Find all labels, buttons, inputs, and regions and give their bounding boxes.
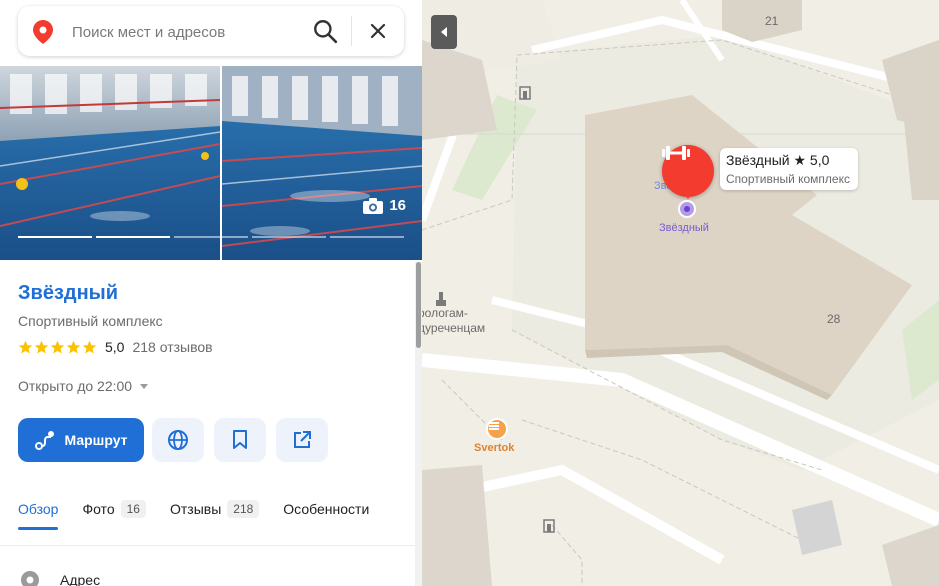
tab-3[interactable]: Особенности	[283, 500, 369, 518]
building-number-28: 28	[827, 312, 841, 326]
neighbour-label-2: дуреченцам	[422, 321, 486, 335]
chevron-down-icon	[140, 383, 149, 389]
route-button-label: Маршрут	[64, 432, 128, 448]
location-pin-icon	[33, 20, 53, 44]
star-icon	[34, 340, 49, 353]
poi-dot-icon	[684, 206, 690, 212]
food-icon	[489, 422, 499, 430]
bookmark-button[interactable]	[214, 418, 266, 462]
map-view[interactable]: 21 28 ролог­ам- дуреченцам Звездный Звёз…	[422, 0, 939, 586]
share-icon	[294, 431, 311, 448]
tab-badge: 218	[227, 500, 260, 518]
tab-0[interactable]: Обзор	[18, 500, 59, 530]
star-icon	[50, 340, 65, 353]
search-bar	[18, 6, 404, 58]
opening-hours[interactable]: Открыто до 22:00	[18, 378, 149, 394]
place-tooltip[interactable]: Звёздный ★ 5,0 Спортивный комплекс	[720, 148, 858, 190]
address-row[interactable]: Адрес	[20, 570, 100, 586]
tab-1[interactable]: Фото 16	[82, 500, 146, 518]
photo-gallery[interactable]: 16	[0, 66, 422, 260]
tab-badge: 16	[120, 500, 146, 518]
photo-pagination	[18, 236, 404, 238]
map-canvas	[422, 0, 939, 586]
bookmark-icon	[233, 430, 247, 449]
entrance-icon	[519, 86, 531, 100]
building-number-21: 21	[765, 14, 779, 28]
star-icon	[18, 340, 33, 353]
pool-photo	[0, 66, 422, 260]
star-icon	[66, 340, 81, 353]
scroll-thumb[interactable]	[416, 262, 421, 348]
rating-row: 5,0 218 отзывов	[18, 339, 213, 355]
tooltip-name: Звёздный ★ 5,0	[726, 152, 830, 168]
rating-value: 5,0	[105, 339, 125, 355]
star-icon	[82, 340, 97, 353]
photo-dot[interactable]	[174, 236, 248, 238]
place-category: Спортивный комплекс	[18, 313, 163, 329]
photo-dot[interactable]	[252, 236, 326, 238]
svertok-marker[interactable]	[486, 418, 508, 440]
address-pin-icon	[21, 571, 39, 586]
entrance-icon-2	[543, 519, 555, 533]
tooltip-category: Спортивный комплекс	[726, 172, 850, 186]
globe-icon	[168, 430, 188, 450]
route-icon	[35, 431, 55, 450]
website-button[interactable]	[152, 418, 204, 462]
hours-text: Открыто до 22:00	[18, 378, 133, 394]
reviews-link[interactable]: 218 отзывов	[132, 339, 212, 355]
tab-label: Особенности	[283, 501, 370, 517]
monument-icon	[436, 292, 446, 306]
rating-stars	[18, 340, 97, 355]
tab-label: Отзывы	[169, 501, 222, 517]
dumbbell-icon	[662, 146, 690, 160]
chevron-left-icon	[441, 27, 447, 37]
tab-label: Фото	[82, 501, 115, 517]
close-icon[interactable]	[366, 19, 390, 43]
svertok-label: Svertok	[474, 442, 515, 454]
place-panel: 16 Звёздный Спортивный комплекс 5,0	[0, 0, 422, 586]
place-pin-tip	[681, 190, 695, 199]
route-button[interactable]: Маршрут	[18, 418, 144, 462]
photo-count: 16	[389, 197, 406, 214]
poi-label: Звёздный	[659, 222, 709, 234]
address-label: Адрес	[60, 572, 101, 586]
place-title[interactable]: Звёздный	[18, 282, 118, 305]
photo-dot[interactable]	[18, 236, 92, 238]
place-tabs: Обзор Фото 16 Отзывы 218 Особенности	[18, 500, 393, 530]
tab-2[interactable]: Отзывы 218	[169, 500, 260, 518]
photo-dot[interactable]	[96, 236, 170, 238]
tab-label: Обзор	[18, 501, 59, 517]
panel-scrollbar[interactable]	[415, 262, 422, 586]
camera-icon	[363, 197, 384, 214]
poi-marker[interactable]	[678, 200, 696, 218]
search-input[interactable]	[70, 6, 304, 58]
search-separator	[351, 16, 352, 46]
neighbour-label-1: ролог­ам-	[422, 306, 468, 320]
collapse-panel-button[interactable]	[431, 15, 457, 49]
share-button[interactable]	[276, 418, 328, 462]
tabs-divider	[0, 545, 416, 546]
photo-dot[interactable]	[330, 236, 404, 238]
search-icon[interactable]	[312, 18, 338, 44]
photo-counter[interactable]: 16	[363, 197, 406, 214]
